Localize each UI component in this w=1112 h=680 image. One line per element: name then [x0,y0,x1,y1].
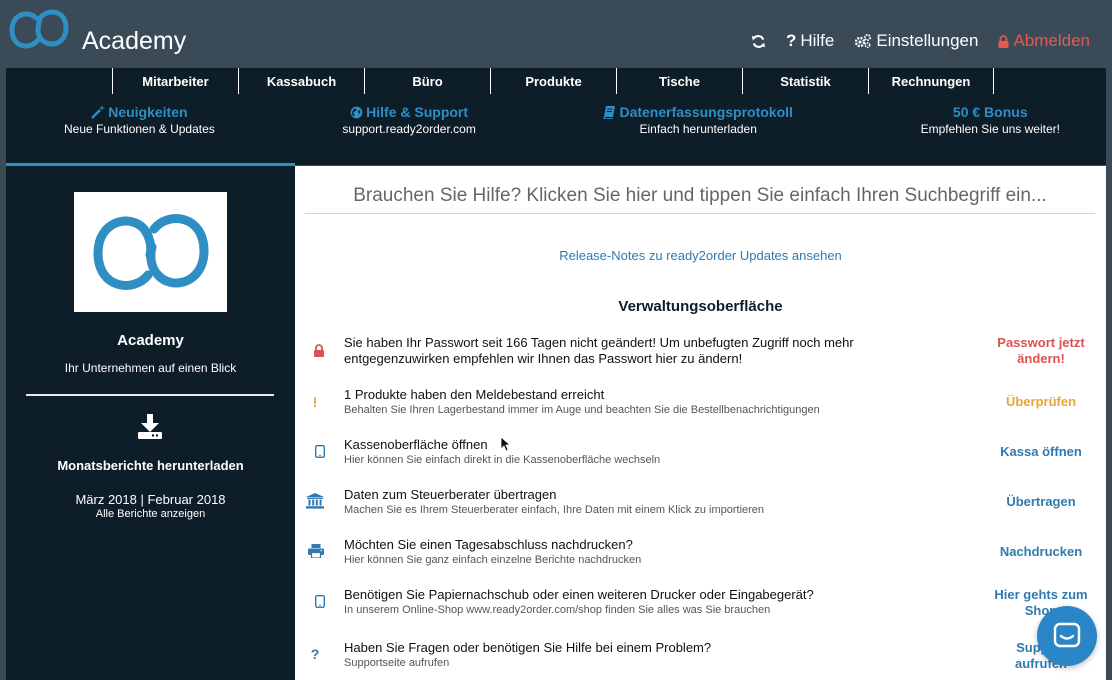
settings-button[interactable]: Einstellungen [854,31,978,51]
help-search-input[interactable] [305,178,1095,214]
sidebar: Academy Ihr Unternehmen auf einen Blick … [6,166,295,680]
question-icon: ? [785,31,797,50]
help-label: Hilfe [800,31,835,50]
open-pos-button[interactable]: Kassa öffnen [977,444,1105,460]
refresh-icon [751,34,766,48]
task-subtitle: Machen Sie es Ihrem Steuerberater einfac… [344,504,765,516]
monthly-reports-title: Monatsberichte herunterladen [57,458,244,473]
task-title: Sie haben Ihr Passwort seit 166 Tagen ni… [344,335,854,366]
nav-item-rechnungen[interactable]: Rechnungen [868,68,994,94]
main-navigation: Mitarbeiter Kassabuch Büro Produkte Tisc… [112,68,994,94]
tablet-icon [315,595,325,608]
section-title: Verwaltungsoberfläche [618,298,783,315]
app-brand: Academy [82,27,187,55]
task-subtitle: Hier können Sie einfach direkt in die Ka… [344,454,661,466]
monthly-reports-links: März 2018 | Februar 2018 [6,492,295,507]
promo-protocol[interactable]: Datenerfassungsprotokoll Einfach herunte… [603,104,793,136]
promo-bonus[interactable]: 50 € Bonus Empfehlen Sie uns weiter! [921,104,1060,136]
company-logo [74,192,227,312]
report-separator: | [136,492,148,507]
company-subtitle: Ihr Unternehmen auf einen Blick [64,361,237,375]
task-title: Daten zum Steuerberater übertragen [344,487,557,502]
printer-icon [308,544,324,558]
change-password-button[interactable]: Passwort jetzt ändern! [977,335,1105,367]
question-icon: ? [310,646,320,662]
task-subtitle: Hier können Sie ganz einfach einzelne Be… [344,554,642,566]
mouse-cursor-icon [500,436,510,452]
promo-bonus-subtitle: Empfehlen Sie uns weiter! [920,122,1060,136]
globe-icon [350,106,363,118]
logout-button[interactable]: Abmelden [998,31,1090,51]
nav-item-kassabuch[interactable]: Kassabuch [238,68,364,94]
transfer-data-button[interactable]: Übertragen [977,494,1105,510]
task-subtitle: Behalten Sie Ihren Lagerbestand immer im… [344,404,820,416]
gears-icon [855,34,872,49]
promo-news[interactable]: Neuigkeiten Neue Funktionen & Updates [64,104,215,136]
task-title: Möchten Sie einen Tagesabschluss nachdru… [344,537,633,552]
lock-icon [998,34,1009,48]
task-subtitle: Supportseite aufrufen [344,657,450,669]
report-link-march-2018[interactable]: März 2018 [75,492,136,507]
promo-bonus-title: 50 € Bonus [952,104,1028,120]
chat-button[interactable] [1037,606,1097,666]
nav-item-tische[interactable]: Tische [616,68,742,94]
report-link-february-2018[interactable]: Februar 2018 [147,492,225,507]
logo-icon[interactable] [8,6,70,52]
sidebar-divider [26,394,274,396]
nav-item-mitarbeiter[interactable]: Mitarbeiter [112,68,238,94]
promo-support-title: Hilfe & Support [366,104,469,120]
company-name: Academy [117,332,184,349]
promo-news-subtitle: Neue Funktionen & Updates [64,122,215,136]
logout-label: Abmelden [1013,31,1090,50]
task-title: Benötigen Sie Papiernachschub oder einen… [344,587,814,602]
reprint-button[interactable]: Nachdrucken [977,544,1105,560]
task-title: Haben Sie Fragen oder benötigen Sie Hilf… [344,640,712,655]
bank-icon [306,493,324,509]
nav-item-buero[interactable]: Büro [364,68,490,94]
settings-label: Einstellungen [876,31,979,50]
nav-item-statistik[interactable]: Statistik [742,68,868,94]
tablet-icon [315,445,325,458]
help-button[interactable]: ? Hilfe [786,31,834,51]
promo-protocol-title: Datenerfassungsprotokoll [619,104,793,120]
nav-item-produkte[interactable]: Produkte [490,68,616,94]
task-title: 1 Produkte haben den Meldebestand erreic… [344,387,605,402]
all-reports-link[interactable]: Alle Berichte anzeigen [6,508,295,520]
company-logo-icon [92,214,209,290]
promo-support-subtitle: support.ready2order.com [342,122,476,136]
lock-icon [314,344,324,357]
refresh-button[interactable] [751,34,766,49]
chat-icon [1053,622,1081,648]
promo-protocol-subtitle: Einfach herunterladen [639,122,757,136]
top-bar: Academy ? Hilfe Einstellungen Abmelden [0,0,1112,68]
exclamation-icon: ! [312,394,318,410]
main-content: Release-Notes zu ready2order Updates ans… [295,166,1106,680]
release-notes-link[interactable]: Release-Notes zu ready2order Updates ans… [295,248,1106,263]
promo-news-title: Neuigkeiten [108,104,188,120]
review-stock-button[interactable]: Überprüfen [977,394,1105,410]
promo-support[interactable]: Hilfe & Support support.ready2order.com [342,104,475,136]
nav-panel: Mitarbeiter Kassabuch Büro Produkte Tisc… [6,68,1106,165]
book-icon [603,106,616,119]
task-title: Kassenoberfläche öffnen [344,437,488,452]
magic-wand-icon [91,105,106,119]
task-subtitle: In unserem Online-Shop www.ready2order.c… [344,604,771,616]
download-icon[interactable] [136,414,164,440]
